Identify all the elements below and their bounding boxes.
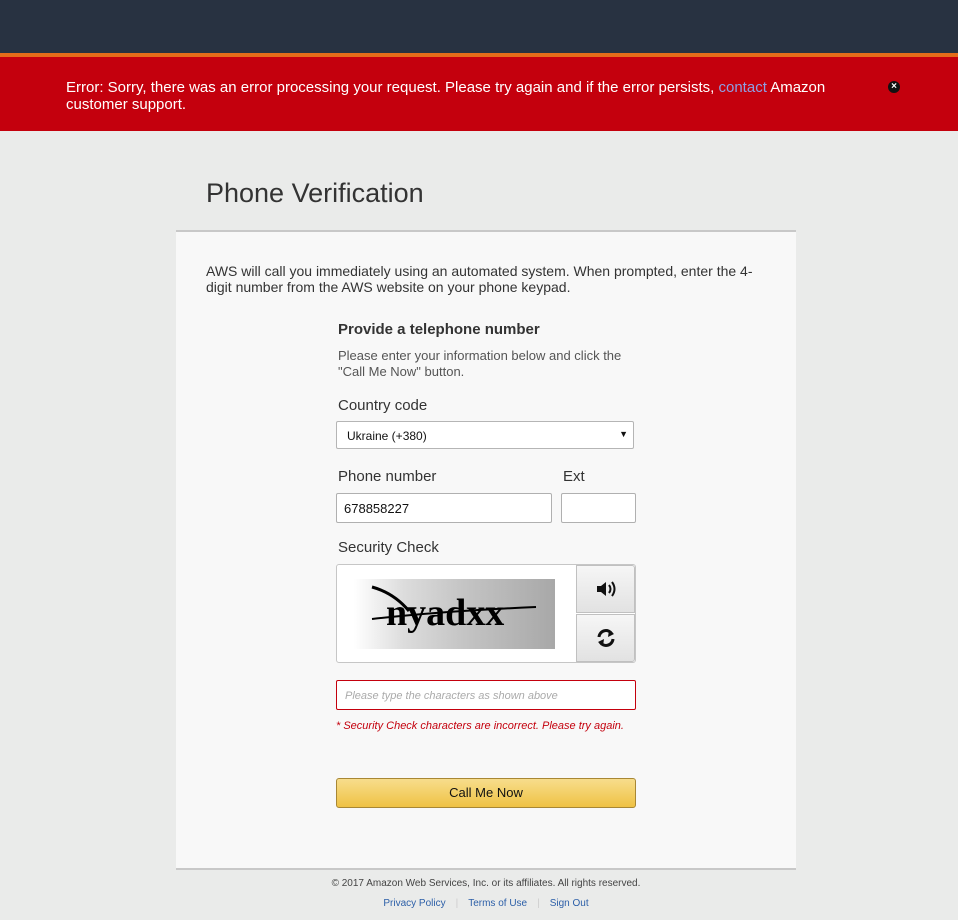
speaker-icon	[596, 581, 615, 597]
ext-input[interactable]	[561, 493, 636, 523]
intro-text: AWS will call you immediately using an a…	[206, 263, 753, 295]
dropdown-arrow-icon: ▼	[619, 429, 628, 439]
country-code-label: Country code	[338, 397, 428, 414]
country-code-value: Ukraine (+380)	[347, 429, 427, 443]
footer-copyright: © 2017 Amazon Web Services, Inc. or its …	[331, 878, 641, 889]
sign-out-link[interactable]: Sign Out	[540, 898, 599, 909]
refresh-captcha-button[interactable]	[576, 614, 635, 662]
captcha-image: nyadxx	[354, 579, 555, 649]
captcha-box: nyadxx	[336, 564, 636, 663]
verification-card: AWS will call you immediately using an a…	[176, 230, 796, 870]
country-code-select[interactable]: Ukraine (+380) ▼	[336, 421, 634, 449]
privacy-policy-link[interactable]: Privacy Policy	[373, 898, 455, 909]
phone-number-input[interactable]: 678858227	[336, 493, 552, 523]
terms-of-use-link[interactable]: Terms of Use	[458, 898, 537, 909]
top-navigation-bar	[0, 0, 958, 53]
error-banner: Error: Sorry, there was an error process…	[0, 57, 958, 131]
error-message: Error: Sorry, there was an error process…	[66, 79, 856, 113]
contact-link[interactable]: contact	[719, 79, 767, 96]
captcha-error-message: * Security Check characters are incorrec…	[336, 720, 624, 732]
form-help-text: Please enter your information below and …	[338, 348, 622, 379]
form-heading: Provide a telephone number	[338, 321, 540, 338]
captcha-text: nyadxx	[386, 592, 504, 634]
page-title: Phone Verification	[206, 178, 424, 208]
refresh-icon	[597, 629, 614, 647]
captcha-input[interactable]: Please type the characters as shown abov…	[336, 680, 636, 710]
error-text-start: Error: Sorry, there was an error process…	[66, 79, 719, 96]
phone-number-label: Phone number	[338, 468, 437, 485]
captcha-distortion: nyadxx	[371, 585, 537, 634]
footer-links: Privacy Policy | Terms of Use | Sign Out	[176, 898, 796, 909]
security-check-label: Security Check	[338, 539, 439, 556]
call-me-now-button[interactable]: Call Me Now	[336, 778, 636, 808]
close-circle-icon[interactable]: ×	[888, 81, 900, 93]
ext-label: Ext	[563, 468, 585, 485]
audio-captcha-button[interactable]	[576, 565, 635, 613]
